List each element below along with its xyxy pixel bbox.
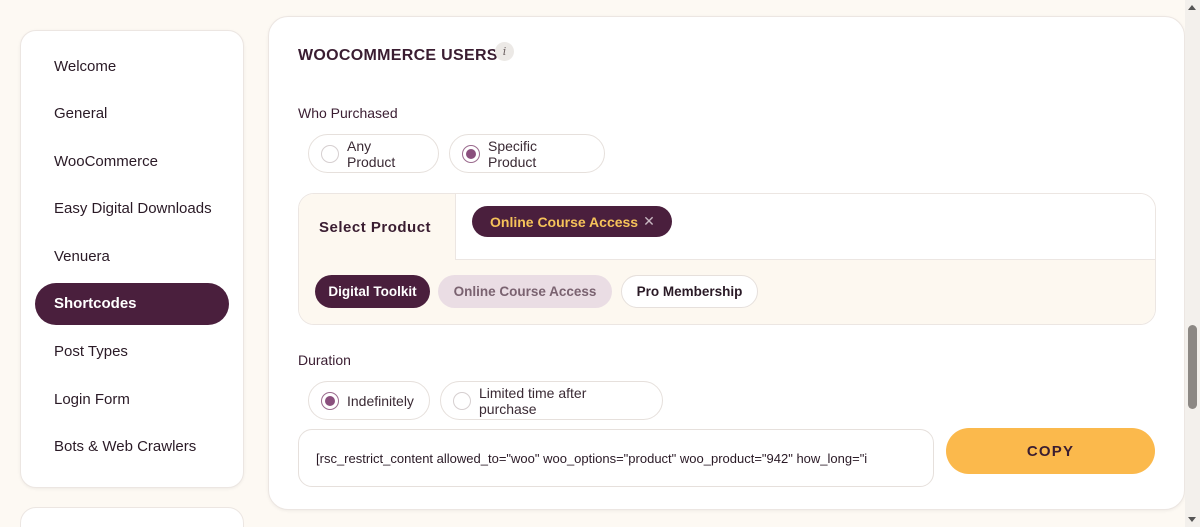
radio-any-product[interactable]: Any Product xyxy=(308,134,439,173)
sidebar-item-post-types[interactable]: Post Types xyxy=(35,331,229,373)
remove-chip-icon[interactable]: ✕ xyxy=(643,213,655,230)
radio-specific-product-label: Specific Product xyxy=(488,137,538,170)
radio-checked-icon xyxy=(321,391,339,410)
radio-any-product-label: Any Product xyxy=(347,137,396,170)
sidebar-item-general[interactable]: General xyxy=(35,93,229,135)
selected-product-chip-label: Online Course Access xyxy=(490,213,639,230)
radio-circle-icon xyxy=(453,391,471,410)
copy-button[interactable]: COPY xyxy=(946,428,1155,474)
radio-indefinitely[interactable]: Indefinitely xyxy=(308,381,430,420)
secondary-sidebar-card xyxy=(20,507,244,527)
radio-indefinitely-label: Indefinitely xyxy=(347,392,414,409)
scrollbar-thumb[interactable] xyxy=(1188,325,1197,409)
shortcode-field[interactable]: [rsc_restrict_content allowed_to="woo" w… xyxy=(298,429,934,487)
page-scrollbar[interactable] xyxy=(1185,0,1200,527)
radio-limited-time[interactable]: Limited time after purchase xyxy=(440,381,663,420)
sidebar-item-shortcodes[interactable]: Shortcodes xyxy=(35,282,229,325)
product-option-digital-toolkit[interactable]: Digital Toolkit xyxy=(315,275,430,308)
radio-circle-icon xyxy=(321,144,339,163)
scroll-up-arrow-icon[interactable] xyxy=(1188,5,1196,10)
section-title: WOOCOMMERCE USERS xyxy=(298,47,498,64)
product-options-list: Digital Toolkit Online Course Access Pro… xyxy=(299,260,1155,324)
product-selector: Select Product Online Course Access ✕ Di… xyxy=(298,193,1156,325)
sidebar-item-login-form[interactable]: Login Form xyxy=(35,378,229,420)
duration-label: Duration xyxy=(298,352,351,368)
radio-checked-icon xyxy=(462,144,480,163)
selected-product-chip[interactable]: Online Course Access ✕ xyxy=(472,206,672,237)
woocommerce-users-panel: WOOCOMMERCE USERS i Who Purchased Any Pr… xyxy=(268,16,1185,510)
scroll-down-arrow-icon[interactable] xyxy=(1188,517,1196,522)
product-option-pro-membership[interactable]: Pro Membership xyxy=(621,275,758,308)
sidebar-item-easy-digital-downloads[interactable]: Easy Digital Downloads xyxy=(35,188,229,230)
sidebar-item-welcome[interactable]: Welcome xyxy=(35,45,229,87)
sidebar-item-venuera[interactable]: Venuera xyxy=(35,235,229,277)
sidebar-item-bots-web-crawlers[interactable]: Bots & Web Crawlers xyxy=(35,426,229,468)
shortcode-text[interactable]: [rsc_restrict_content allowed_to="woo" w… xyxy=(316,451,916,466)
info-icon[interactable]: i xyxy=(495,42,514,61)
product-selector-header: Select Product Online Course Access ✕ xyxy=(299,194,1155,260)
settings-sidebar: Welcome General WooCommerce Easy Digital… xyxy=(20,30,244,488)
radio-specific-product[interactable]: Specific Product xyxy=(449,134,605,173)
who-purchased-label: Who Purchased xyxy=(298,105,398,121)
sidebar-item-woocommerce[interactable]: WooCommerce xyxy=(35,140,229,182)
select-product-label: Select Product xyxy=(299,194,456,260)
product-option-online-course-access[interactable]: Online Course Access xyxy=(438,275,612,308)
radio-limited-time-label: Limited time after purchase xyxy=(479,384,587,417)
